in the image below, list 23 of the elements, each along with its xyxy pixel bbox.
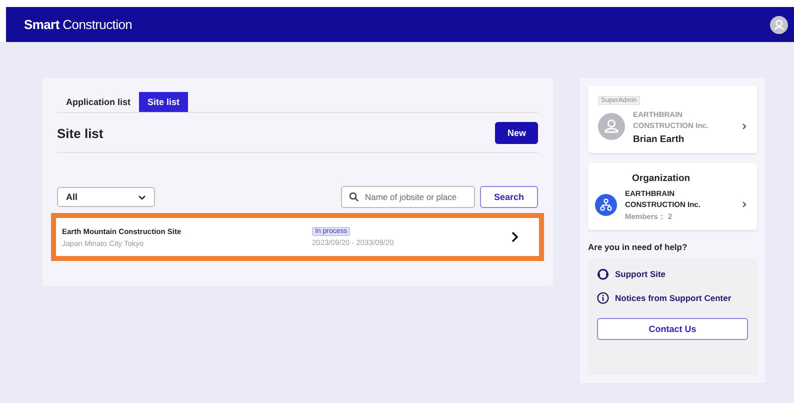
chevron-right-icon — [742, 201, 747, 208]
user-avatar-icon — [598, 113, 625, 140]
page-title: Site list — [57, 126, 104, 140]
search-icon — [348, 192, 359, 202]
contact-us-button[interactable]: Contact Us — [597, 318, 748, 340]
chevron-right-icon — [742, 123, 747, 130]
organization-title: Organization — [631, 172, 692, 184]
help-heading: Are you in need of help? — [588, 242, 688, 252]
help-link[interactable]: Notices from Support Center — [615, 293, 732, 303]
tab[interactable]: Site list — [138, 92, 188, 112]
organization-icon — [595, 194, 617, 216]
user-name: Brian Earth — [633, 134, 686, 144]
chevron-down-icon — [138, 194, 146, 200]
new-button[interactable]: New — [495, 122, 538, 144]
chevron-right-icon — [511, 231, 519, 243]
brand-logo[interactable]: Smart Construction — [24, 17, 132, 32]
info-icon — [597, 292, 609, 304]
help-link[interactable]: Support Site — [615, 269, 666, 279]
user-avatar-icon[interactable] — [770, 16, 788, 34]
tab[interactable]: Application list — [57, 92, 139, 112]
filter-dropdown[interactable]: All — [57, 187, 155, 207]
search-button[interactable]: Search — [480, 186, 538, 208]
search-field[interactable]: Name of jobsite or place — [340, 186, 475, 208]
